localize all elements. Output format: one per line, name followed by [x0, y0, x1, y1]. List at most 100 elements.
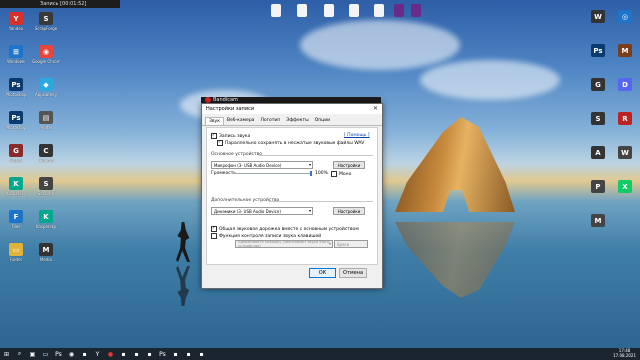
save-wav-checkbox[interactable]: Параллельно сохранять в несжатые звуковы…	[217, 139, 364, 146]
bandicam-icon[interactable]: ●	[104, 349, 117, 359]
desktop-shortcut[interactable]: Y Yandex	[2, 12, 30, 38]
desktop-shortcut[interactable]: G Game	[2, 144, 30, 170]
desktop-shortcut[interactable]: S ScrapForge	[32, 12, 60, 38]
desktop-shortcut[interactable]: X	[611, 180, 639, 206]
desktop-shortcut[interactable]: S	[584, 112, 612, 138]
record-sound-checkbox[interactable]: Запись звука	[211, 132, 250, 139]
yandex-icon[interactable]: Y	[91, 349, 104, 359]
tab-bar: Звук Веб-камера Логотип Эффекты Опции	[202, 117, 382, 126]
primary-device-select[interactable]: Микрофон (3- USB Audio Device) ▾	[211, 161, 313, 169]
desktop-shortcut[interactable]	[288, 4, 316, 30]
desktop-shortcut[interactable]: K Kaspersky	[32, 210, 60, 236]
app-icon: M	[591, 214, 605, 227]
desktop-shortcut[interactable]: ▭ Folder	[2, 243, 30, 269]
app-icon[interactable]: ▪	[78, 349, 91, 359]
tab-options[interactable]: Опции	[312, 117, 333, 125]
primary-section-title: Основное устройство	[211, 152, 263, 157]
rock-arch-image	[395, 117, 515, 212]
bandicam-mini-bar[interactable]: Запись [00:01:52]	[0, 0, 120, 8]
cancel-button[interactable]: Отмена	[339, 268, 367, 278]
desktop-shortcut[interactable]: W	[611, 146, 639, 172]
desktop-shortcut[interactable]: M	[584, 214, 612, 240]
app-icon: G	[591, 78, 605, 91]
kaspersky-icon: K	[39, 210, 53, 223]
photoshop-icon: Ps	[9, 78, 23, 91]
photoshop-icon[interactable]: Ps	[52, 349, 65, 359]
desktop-shortcut[interactable]: F Files	[2, 210, 30, 236]
hotkey-mode-select[interactable]: Удерживайте клавишу (записывает звуки эт…	[235, 240, 333, 248]
help-link[interactable]: [ Помощь ]	[344, 133, 370, 138]
desktop-shortcut[interactable]: ▤ Printer	[32, 111, 60, 137]
explorer-icon[interactable]: ▭	[39, 349, 52, 359]
desktop-shortcut[interactable]	[402, 4, 430, 30]
desktop-shortcut[interactable]: M	[611, 44, 639, 70]
search-icon[interactable]: ⌕	[13, 349, 26, 359]
chevron-down-icon: ▾	[308, 162, 311, 167]
app-icon[interactable]: ▪	[169, 349, 182, 359]
desktop-shortcut[interactable]: P	[584, 180, 612, 206]
desktop-shortcut[interactable]: Ps	[584, 44, 612, 70]
discord-icon: D	[618, 78, 632, 91]
runner-reflection-image	[176, 266, 190, 306]
primary-settings-button[interactable]: Настройки	[333, 161, 365, 169]
tab-effects[interactable]: Эффекты	[283, 117, 312, 125]
hotkey-key-value: Space	[337, 241, 350, 247]
mix-track-label: Общая звуковая дорожка вместе с основным…	[219, 226, 359, 232]
desktop-shortcut[interactable]: W	[584, 10, 612, 36]
chrome-icon: ◉	[39, 45, 53, 58]
desktop-shortcut[interactable]: G	[584, 78, 612, 104]
secondary-settings-button[interactable]: Настройки	[333, 207, 365, 215]
task-view-icon[interactable]: ▣	[26, 349, 39, 359]
slider-handle[interactable]	[310, 171, 312, 176]
desktop-shortcut[interactable]: Ps Photoshop	[2, 78, 30, 104]
desktop-shortcut[interactable]: Ps Photoshop	[2, 111, 30, 137]
desktop-shortcut[interactable]: D	[611, 78, 639, 104]
desktop-shortcut[interactable]: A	[584, 146, 612, 172]
app-icon[interactable]: ▪	[143, 349, 156, 359]
secure-icon: S	[39, 177, 53, 190]
close-icon[interactable]: ✕	[373, 105, 378, 112]
chrome-icon[interactable]: ◉	[65, 349, 78, 359]
tab-webcam[interactable]: Веб-камера	[224, 117, 258, 125]
game-icon: W	[591, 10, 605, 23]
tab-logo[interactable]: Логотип	[257, 117, 283, 125]
desktop-shortcut[interactable]: S SecureX	[32, 177, 60, 203]
hotkey-checkbox[interactable]: Функция контроля записи звука клавишей	[211, 233, 321, 239]
file-icon	[349, 4, 359, 17]
tab-sound[interactable]: Звук	[205, 117, 224, 125]
desktop-shortcut[interactable]: ◆ AppGallery	[32, 78, 60, 104]
mono-checkbox[interactable]: Моно	[331, 171, 351, 177]
app-icon[interactable]: ▪	[182, 349, 195, 359]
app-icon: S	[591, 112, 605, 125]
runner-silhouette-image	[176, 222, 190, 262]
clock-date: 17.08.2021	[613, 353, 636, 358]
photoshop-icon[interactable]: Ps	[156, 349, 169, 359]
desktop-shortcut[interactable]	[340, 4, 368, 30]
app-icon[interactable]: ▪	[195, 349, 208, 359]
volume-slider[interactable]	[233, 171, 312, 176]
desktop-shortcut[interactable]: ◉ Google Chrome	[32, 45, 60, 71]
secondary-device-select[interactable]: Динамики (3- USB Audio Device) ▾	[211, 207, 313, 215]
desktop-shortcut[interactable]	[262, 4, 290, 30]
desktop-shortcut[interactable]: ◎	[611, 10, 639, 36]
tray-clock[interactable]: 17:48 17.08.2021	[613, 348, 636, 358]
dialog-titlebar[interactable]: Настройки записи ✕	[202, 104, 382, 114]
start-icon[interactable]: ⊞	[0, 349, 13, 359]
app-icon[interactable]: ▪	[117, 349, 130, 359]
desktop-shortcut[interactable]: R	[611, 112, 639, 138]
desktop-shortcut[interactable]: M Media	[32, 243, 60, 269]
app-icon[interactable]: ▪	[130, 349, 143, 359]
desktop-shortcut[interactable]	[315, 4, 343, 30]
cinema-icon: C	[39, 144, 53, 157]
desktop-shortcut[interactable]: C Cinema	[32, 144, 60, 170]
windows-icon: ⊞	[9, 45, 23, 58]
ps-icon: Ps	[591, 44, 605, 57]
hotkey-label: Функция контроля записи звука клавишей	[219, 233, 322, 239]
desktop-shortcut[interactable]: ⊞ Windows	[2, 45, 30, 71]
mix-track-checkbox[interactable]: Общая звуковая дорожка вместе с основным…	[211, 225, 359, 232]
file-icon	[271, 4, 281, 17]
hotkey-key-field[interactable]: Space	[334, 240, 368, 248]
desktop-shortcut[interactable]: K Kaspersky	[2, 177, 30, 203]
rock-reflection-image	[395, 222, 515, 298]
ok-button[interactable]: ОК	[309, 268, 336, 278]
